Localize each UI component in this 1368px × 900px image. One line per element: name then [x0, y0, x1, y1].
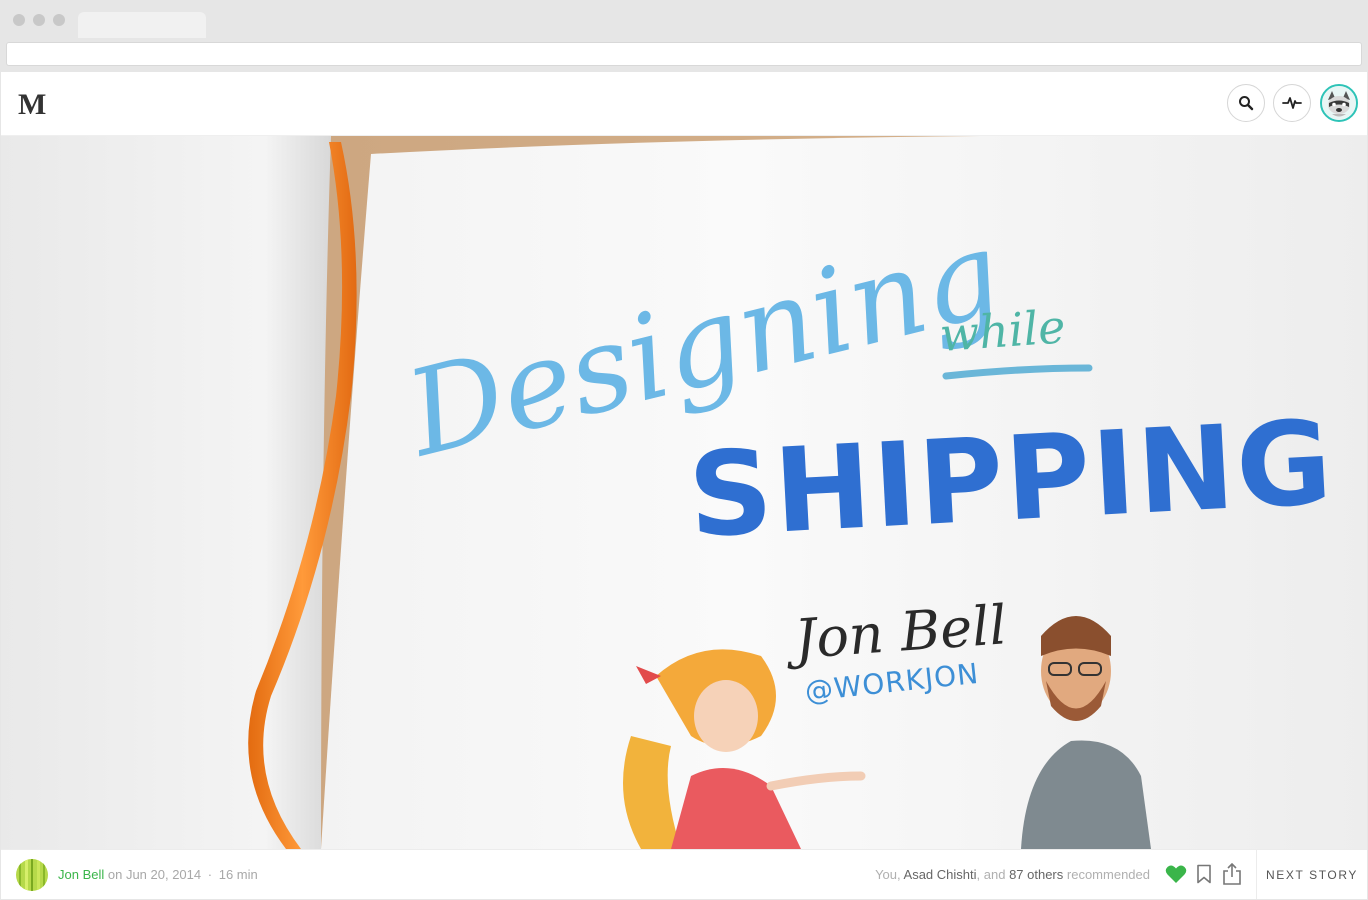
- story-footer-bar: Jon Bell on Jun 20, 2014 · 16 min You, A…: [1, 849, 1367, 899]
- heart-icon: [1165, 865, 1187, 883]
- sketchbook-illustration: Designing while SHIPPING Jon Bell @WORKJ…: [1, 136, 1367, 849]
- next-story-button[interactable]: NEXT STORY: [1256, 850, 1367, 899]
- left-page: [1, 136, 331, 849]
- minimize-window-button[interactable]: [33, 14, 45, 26]
- top-navigation: M: [1, 72, 1367, 136]
- activity-pulse-icon: [1282, 97, 1302, 109]
- browser-tab[interactable]: [78, 12, 206, 38]
- medium-page: M Designing while SHIPPING Jon Bell @WOR…: [1, 72, 1367, 899]
- publish-date: on Jun 20, 2014: [107, 867, 202, 882]
- recommendations-text[interactable]: You, Asad Chishti, and 87 others recomme…: [875, 867, 1150, 882]
- recommend-button[interactable]: [1164, 861, 1188, 887]
- rec-count[interactable]: 87 others: [1009, 867, 1063, 882]
- rec-and: , and: [976, 867, 1006, 882]
- activity-button[interactable]: [1273, 84, 1311, 122]
- medium-logo[interactable]: M: [18, 88, 46, 122]
- user-avatar-button[interactable]: [1320, 84, 1358, 122]
- meta-separator: ·: [207, 867, 213, 882]
- read-time: 16 min: [218, 867, 258, 882]
- author-avatar[interactable]: [16, 859, 48, 891]
- window-controls: [13, 14, 65, 26]
- close-window-button[interactable]: [13, 14, 25, 26]
- browser-window: M Designing while SHIPPING Jon Bell @WOR…: [0, 0, 1368, 900]
- share-icon: [1223, 863, 1241, 885]
- bookmark-button[interactable]: [1192, 861, 1216, 887]
- rec-you: You,: [875, 867, 901, 882]
- search-button[interactable]: [1227, 84, 1265, 122]
- author-name-link[interactable]: Jon Bell: [58, 867, 104, 882]
- share-button[interactable]: [1220, 861, 1244, 887]
- rec-suffix: recommended: [1066, 867, 1150, 882]
- title-word-while: while: [938, 299, 1067, 362]
- author-avatar-image: [16, 859, 48, 891]
- bookmark-icon: [1197, 864, 1211, 884]
- hero-image: Designing while SHIPPING Jon Bell @WORKJ…: [1, 136, 1367, 849]
- rec-person[interactable]: Asad Chishti: [904, 867, 977, 882]
- browser-chrome: [0, 0, 1368, 72]
- story-meta: Jon Bell on Jun 20, 2014 · 16 min: [58, 867, 258, 882]
- raccoon-avatar-icon: [1322, 86, 1356, 120]
- address-bar[interactable]: [6, 42, 1362, 66]
- maximize-window-button[interactable]: [53, 14, 65, 26]
- search-icon: [1239, 96, 1254, 111]
